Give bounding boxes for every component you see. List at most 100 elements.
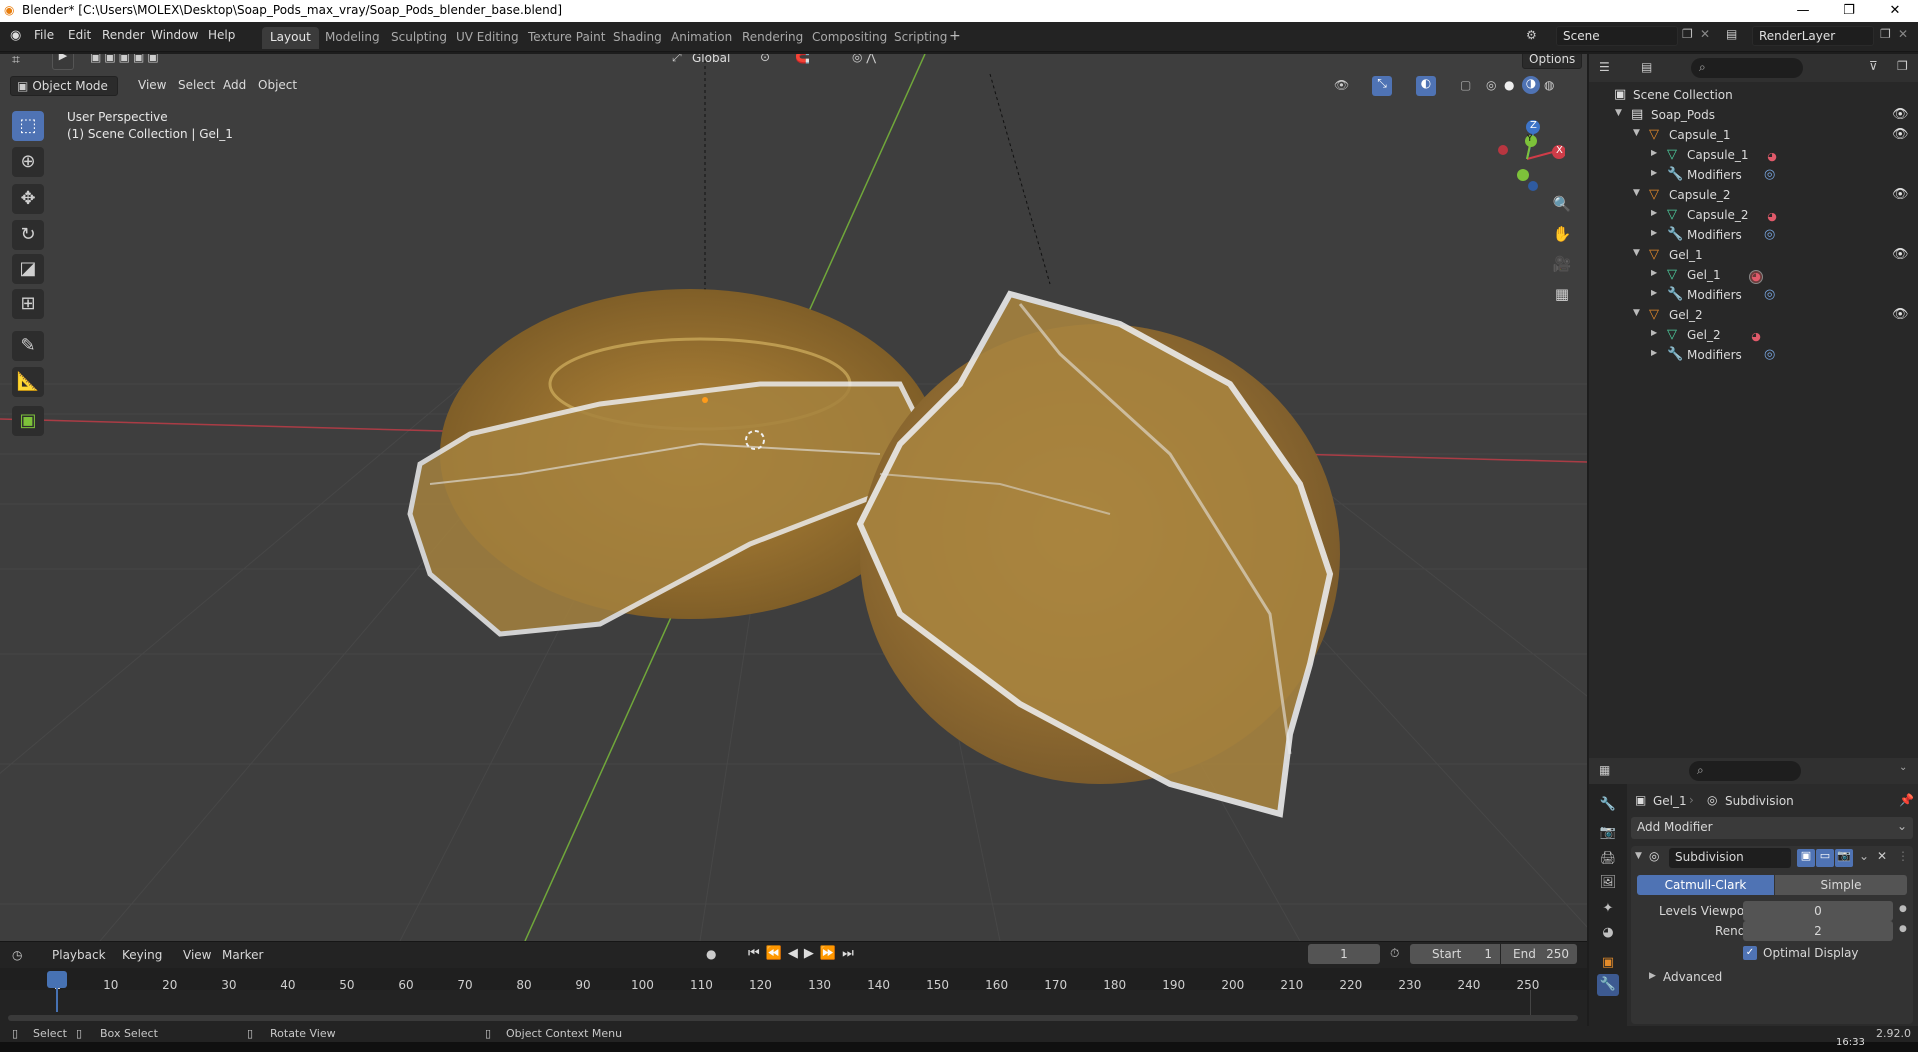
remove-modifier-icon[interactable]: ✕ (1877, 849, 1887, 863)
optimal-display-checkbox[interactable]: ✓ (1743, 946, 1757, 960)
pan-hand-icon[interactable]: ✋ (1550, 222, 1574, 246)
current-frame-field[interactable]: 1 (1308, 944, 1380, 964)
viewport-menu-object[interactable]: Object (252, 76, 303, 96)
blender-menu-icon[interactable]: ◉ (10, 28, 21, 43)
workspace-tab-layout[interactable]: Layout (262, 27, 319, 49)
outliner-mesh-row[interactable]: ▶ ▽ Capsule_2 ◕ (1589, 206, 1918, 226)
menu-edit[interactable]: Edit (68, 28, 91, 42)
move-tool[interactable]: ✥ (12, 184, 44, 214)
scale-tool[interactable]: ◪ (12, 254, 44, 284)
gizmo-toggle-icon[interactable]: ⤡ (1372, 76, 1392, 96)
play-reverse-icon[interactable]: ◀ (788, 946, 804, 961)
outliner-mesh-row[interactable]: ▶ ▽ Gel_2 ◕ (1589, 326, 1918, 346)
proportional-edit-icon[interactable]: ◎ ⋀ (852, 54, 876, 64)
expand-toggle-icon[interactable]: ▼ (1633, 248, 1640, 258)
expand-toggle-icon[interactable]: ▶ (1651, 288, 1657, 297)
workspace-tab-modeling[interactable]: Modeling (317, 27, 388, 49)
catmull-clark-button[interactable]: Catmull-Clark (1637, 875, 1774, 895)
expand-toggle-icon[interactable]: ▼ (1633, 128, 1640, 138)
viewport-menu-add[interactable]: Add (217, 76, 252, 96)
shading-solid-icon[interactable]: ● (1504, 78, 1514, 92)
outliner-object-row[interactable]: ▼ ▽ Gel_2 👁 (1589, 306, 1918, 326)
drag-handle-icon[interactable]: ⋮ (1897, 849, 1909, 863)
scene-selector[interactable]: Scene (1556, 26, 1678, 46)
properties-editor-icon[interactable]: ▦ (1599, 763, 1610, 777)
outliner-modifiers-row[interactable]: ▶ 🔧 Modifiers ◎ (1589, 286, 1918, 306)
modifier-name-field[interactable]: Subdivision (1669, 848, 1791, 868)
start-frame-field[interactable]: Start 1 (1410, 944, 1500, 964)
expand-toggle-icon[interactable]: ▼ (1615, 108, 1622, 118)
shading-wireframe-icon[interactable]: ◎ (1486, 78, 1496, 92)
delete-scene-icon[interactable]: ✕ (1700, 27, 1710, 41)
overlay-toggle-icon[interactable]: ◐ (1416, 76, 1436, 96)
viewport-toggle-icon[interactable]: ▭ (1816, 849, 1834, 867)
workspace-tab-compositing[interactable]: Compositing (804, 27, 895, 49)
world-tab-icon[interactable]: ◕ (1597, 922, 1619, 944)
timeline-editor-icon[interactable]: ◷ (12, 948, 22, 962)
render-levels-field[interactable]: 2 (1743, 921, 1893, 941)
measure-tool[interactable]: 📐 (12, 367, 44, 397)
options-dropdown[interactable]: Options (1522, 54, 1583, 69)
cursor-tool[interactable]: ⊕ (12, 147, 44, 177)
expand-toggle-icon[interactable]: ▶ (1651, 348, 1657, 357)
navigation-gizmo[interactable] (1485, 114, 1565, 194)
visibility-eye-icon[interactable]: 👁 (1892, 187, 1909, 202)
transform-tool[interactable]: ⊞ (12, 289, 44, 319)
filter-icon[interactable]: ⊽ (1869, 59, 1878, 73)
menu-help[interactable]: Help (208, 28, 235, 42)
next-keyframe-icon[interactable]: ⏩ (820, 946, 842, 961)
expand-toggle-icon[interactable]: ▶ (1651, 208, 1657, 217)
playhead[interactable] (47, 971, 67, 988)
visibility-eye-icon[interactable]: 👁 (1892, 307, 1909, 322)
modifier-tab-icon[interactable]: 🔧 (1597, 974, 1619, 996)
workspace-tab-rendering[interactable]: Rendering (734, 27, 811, 49)
outliner-modifiers-row[interactable]: ▶ 🔧 Modifiers ◎ (1589, 166, 1918, 186)
properties-options-icon[interactable]: ⌄ (1899, 762, 1907, 773)
menu-window[interactable]: Window (151, 28, 198, 42)
transform-orientation-dropdown[interactable]: Global (692, 54, 730, 65)
selection-mode-icons[interactable]: ▣▣▣▣▣ (90, 54, 162, 64)
workspace-tab-texture-paint[interactable]: Texture Paint (520, 27, 613, 49)
add-modifier-dropdown[interactable]: Add Modifier ⌄ (1631, 817, 1913, 839)
outliner-collection-soap-pods[interactable]: ▼ ▤ Soap_Pods 👁 (1589, 106, 1918, 126)
snap-icon[interactable]: 🧲 (795, 54, 810, 64)
preview-range-icon[interactable]: ⏱ (1390, 946, 1399, 961)
add-workspace-icon[interactable]: + (949, 28, 961, 44)
visibility-eye-icon[interactable]: 👁 (1892, 107, 1909, 122)
outliner-modifiers-row[interactable]: ▶ 🔧 Modifiers ◎ (1589, 346, 1918, 366)
outliner-search-field[interactable]: ⌕ (1691, 58, 1803, 78)
editor-type-icon[interactable]: ⌗ (12, 54, 20, 68)
expand-toggle-icon[interactable]: ▶ (1651, 148, 1657, 157)
advanced-subpanel-label[interactable]: Advanced (1663, 970, 1722, 984)
maximize-button[interactable]: ❐ (1826, 0, 1872, 22)
expand-toggle-icon[interactable]: ▼ (1633, 308, 1640, 318)
workspace-tab-scripting[interactable]: Scripting (886, 27, 955, 49)
levels-viewport-field[interactable]: 0 (1743, 901, 1893, 921)
expand-toggle-icon[interactable]: ▶ (1651, 228, 1657, 237)
tool-tab-icon[interactable]: 🔧 (1597, 794, 1619, 816)
outliner-scene-collection[interactable]: ▣ Scene Collection (1589, 86, 1918, 106)
select-box-tool[interactable]: ⬚ (12, 111, 44, 141)
outliner-object-row[interactable]: ▼ ▽ Capsule_2 👁 (1589, 186, 1918, 206)
scene-icon[interactable]: ⚙ (1526, 28, 1537, 42)
mode-dropdown[interactable]: ▣ Object Mode (10, 76, 118, 96)
workspace-tab-uv-editing[interactable]: UV Editing (448, 27, 527, 49)
play-icon[interactable]: ▶ (804, 946, 820, 961)
gel-2-object[interactable] (856, 290, 1340, 818)
jump-end-icon[interactable]: ⏭ (842, 946, 860, 961)
delete-view-layer-icon[interactable]: ✕ (1898, 27, 1908, 41)
advanced-expand-icon[interactable]: ▶ (1649, 971, 1656, 981)
workspace-tab-animation[interactable]: Animation (663, 27, 740, 49)
viewport-menu-select[interactable]: Select (172, 76, 221, 96)
edit-mode-toggle-icon[interactable]: ▣ (1797, 849, 1815, 867)
workspace-tab-sculpting[interactable]: Sculpting (383, 27, 455, 49)
timeline-menu-view[interactable]: View (183, 948, 211, 962)
expand-toggle-icon[interactable]: ▶ (1651, 168, 1657, 177)
object-tab-icon[interactable]: ▣ (1597, 952, 1619, 974)
collapse-toggle-icon[interactable]: ▼ (1635, 851, 1642, 861)
close-window-button[interactable]: ✕ (1872, 0, 1918, 22)
new-view-layer-icon[interactable]: ❐ (1880, 27, 1891, 41)
simple-button[interactable]: Simple (1775, 875, 1907, 895)
viewport-menu-view[interactable]: View (132, 76, 172, 96)
menu-file[interactable]: File (34, 28, 54, 42)
